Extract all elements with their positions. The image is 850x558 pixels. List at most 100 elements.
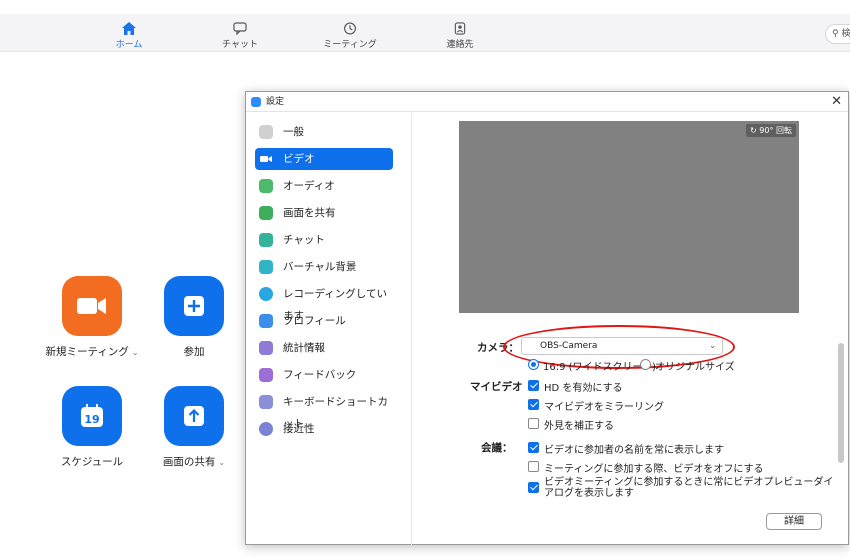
- mirror-checkbox-row[interactable]: マイビデオをミラーリング: [528, 398, 664, 413]
- settings-sidebar: 一般 ビデオ オーディオ 画面を共有 チャット バーチャル背景 レコーディングし…: [246, 113, 412, 545]
- sidebar-item-virtual-background[interactable]: バーチャル背景: [255, 256, 393, 278]
- sidebar-item-keyboard-shortcuts[interactable]: キーボードショートカット: [255, 391, 393, 430]
- nav-home[interactable]: ホーム: [84, 22, 174, 50]
- share-up-arrow-icon: [184, 406, 204, 426]
- radio-button[interactable]: [528, 359, 539, 370]
- search-icon: ⚲: [832, 29, 839, 39]
- join-label: 参加: [183, 346, 205, 358]
- sidebar-item-audio[interactable]: オーディオ: [255, 175, 393, 197]
- chevron-down-icon[interactable]: ⌄: [218, 458, 225, 467]
- preview-dialog-checkbox[interactable]: [528, 482, 539, 493]
- video-preview: ↻ 90° 回転: [459, 121, 799, 313]
- zoom-logo-icon: [251, 97, 261, 107]
- join-button[interactable]: 参加: [134, 276, 254, 359]
- sidebar-item-label: フィードバック: [283, 369, 357, 381]
- sidebar-item-recording[interactable]: レコーディングしています: [255, 283, 393, 322]
- hd-checkbox[interactable]: [528, 380, 539, 391]
- sidebar-item-video[interactable]: ビデオ: [255, 148, 393, 170]
- camera-label: カメラ：: [477, 342, 519, 354]
- sidebar-item-label: バーチャル背景: [283, 261, 357, 273]
- advanced-button[interactable]: 詳細: [766, 513, 822, 530]
- touch-up-checkbox-row[interactable]: 外見を補正する: [528, 417, 614, 432]
- show-names-checkbox[interactable]: [528, 442, 539, 453]
- sidebar-item-accessibility[interactable]: 接近性: [255, 418, 393, 440]
- contacts-icon: [454, 22, 466, 35]
- new-meeting-tile[interactable]: [62, 276, 122, 336]
- radio-button[interactable]: [640, 359, 651, 370]
- sidebar-item-label: ビデオ: [283, 153, 315, 165]
- calendar-day: 19: [84, 413, 99, 426]
- share-screen-label: 画面の共有: [162, 456, 216, 468]
- accessibility-icon: [259, 422, 273, 436]
- rotate-button[interactable]: ↻ 90° 回転: [746, 124, 796, 137]
- checkbox-label: ビデオミーティングに参加するときに常にビデオプレビューダイアログを表示します: [544, 477, 834, 499]
- camera-select[interactable]: OBS-Camera ⌄: [521, 337, 723, 355]
- sidebar-item-feedback[interactable]: フィードバック: [255, 364, 393, 386]
- nav-home-label: ホーム: [115, 40, 143, 50]
- sidebar-item-chat[interactable]: チャット: [255, 229, 393, 251]
- join-tile[interactable]: [164, 276, 224, 336]
- camera-select-value: OBS-Camera: [540, 341, 598, 351]
- radio-label: 16:9 (ワイドスクリーン): [543, 362, 656, 373]
- nav-meetings-label: ミーティング: [323, 40, 377, 50]
- meeting-label: 会議：: [481, 442, 513, 454]
- aspect-16-9-radio[interactable]: 16:9 (ワイドスクリーン): [528, 358, 656, 373]
- profile-icon: [259, 314, 273, 328]
- touch-up-checkbox[interactable]: [528, 418, 539, 429]
- new-meeting-label: 新規ミーティング: [45, 346, 129, 358]
- feedback-icon: [259, 368, 273, 382]
- schedule-label: スケジュール: [60, 456, 124, 468]
- nav-contacts-label: 連絡先: [446, 40, 474, 50]
- my-video-label: マイビデオ: [470, 381, 523, 393]
- aspect-original-radio[interactable]: オリジナルサイズ: [640, 358, 735, 373]
- sidebar-item-label: チャット: [283, 234, 325, 246]
- calendar-icon: 19: [81, 404, 103, 427]
- preview-dialog-checkbox-row[interactable]: ビデオミーティングに参加するときに常にビデオプレビューダイアログを表示します: [528, 477, 834, 499]
- plus-icon: [184, 296, 204, 316]
- clock-icon: [344, 22, 356, 35]
- sidebar-item-label: 一般: [283, 126, 304, 138]
- show-names-checkbox-row[interactable]: ビデオに参加者の名前を常に表示します: [528, 441, 724, 456]
- mirror-checkbox[interactable]: [528, 399, 539, 410]
- hd-checkbox-row[interactable]: HD を有効にする: [528, 379, 623, 394]
- checkbox-label: マイビデオをミラーリング: [544, 402, 664, 413]
- sidebar-item-statistics[interactable]: 統計情報: [255, 337, 393, 359]
- video-icon: [259, 152, 273, 166]
- close-icon[interactable]: ✕: [831, 92, 842, 112]
- sidebar-item-label: 統計情報: [283, 342, 325, 354]
- sidebar-item-label: 画面を共有: [283, 207, 336, 219]
- rotate-label: 90° 回転: [759, 126, 792, 135]
- scrollbar[interactable]: [838, 343, 844, 463]
- checkbox-label: HD を有効にする: [544, 383, 623, 394]
- sidebar-item-general[interactable]: 一般: [255, 121, 393, 143]
- search-text: 検: [841, 29, 850, 39]
- video-off-checkbox[interactable]: [528, 461, 539, 472]
- home-icon: [122, 22, 136, 35]
- keyboard-icon: [259, 395, 273, 409]
- nav-chat-label: チャット: [222, 40, 258, 50]
- top-navigation-bar: ホーム チャット ミーティング 連絡先 ⚲ 検: [0, 0, 850, 52]
- rotate-icon: ↻: [750, 126, 757, 135]
- nav-chat[interactable]: チャット: [195, 22, 285, 50]
- checkbox-label: 外見を補正する: [544, 421, 614, 432]
- video-settings-panel: ↻ 90° 回転 カメラ： OBS-Camera ⌄ 16:9 (ワイドスクリー…: [413, 113, 849, 545]
- checkbox-label: ミーティングに参加する際、ビデオをオフにする: [544, 464, 764, 475]
- sidebar-item-share-screen[interactable]: 画面を共有: [255, 202, 393, 224]
- sidebar-item-label: プロフィール: [283, 315, 346, 327]
- share-screen-tile[interactable]: [164, 386, 224, 446]
- chevron-down-icon: ⌄: [709, 341, 716, 350]
- search-box[interactable]: ⚲ 検: [825, 24, 850, 44]
- schedule-tile[interactable]: 19: [62, 386, 122, 446]
- video-off-checkbox-row[interactable]: ミーティングに参加する際、ビデオをオフにする: [528, 460, 764, 475]
- nav-meetings[interactable]: ミーティング: [305, 22, 395, 50]
- dialog-title: 設定: [266, 97, 285, 107]
- sidebar-item-label: オーディオ: [283, 180, 335, 192]
- radio-label: オリジナルサイズ: [655, 362, 735, 373]
- chat-bubble-icon: [259, 233, 273, 247]
- video-camera-icon: [77, 298, 106, 314]
- share-screen-button[interactable]: 画面の共有 ⌄: [134, 386, 254, 469]
- gear-icon: [259, 125, 273, 139]
- sidebar-item-profile[interactable]: プロフィール: [255, 310, 393, 332]
- nav-contacts[interactable]: 連絡先: [415, 22, 505, 50]
- dialog-titlebar: 設定 ✕: [246, 92, 848, 112]
